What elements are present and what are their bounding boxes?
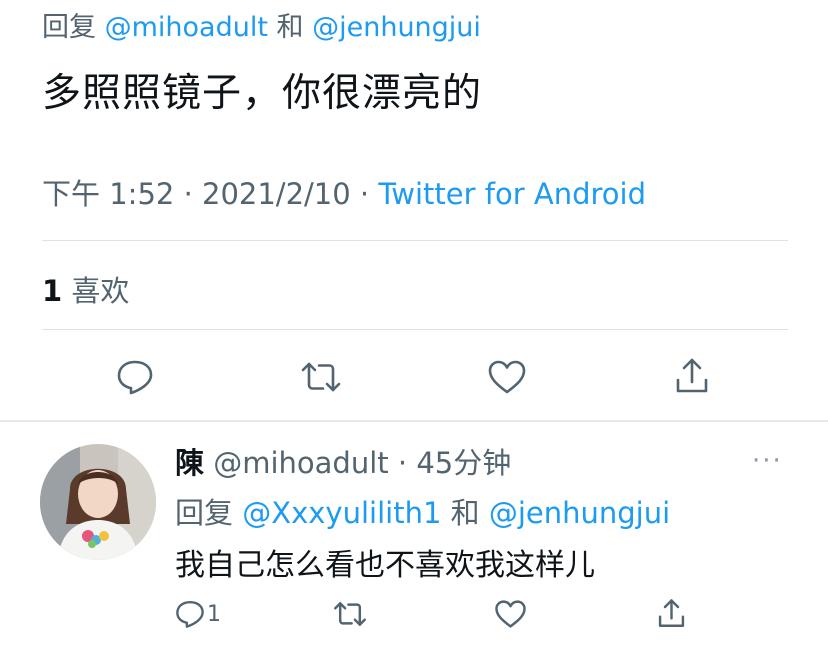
- display-name[interactable]: 陳: [175, 446, 204, 480]
- tweet-source-link[interactable]: Twitter for Android: [378, 177, 646, 211]
- retweet-icon: [301, 362, 341, 392]
- more-options-icon[interactable]: ···: [752, 446, 783, 476]
- tweet-meta: 下午 1:52 · 2021/2/10 · Twitter for Androi…: [42, 171, 646, 213]
- share-button[interactable]: [654, 596, 688, 630]
- avatar[interactable]: [40, 444, 156, 560]
- likes-summary[interactable]: 1 喜欢: [42, 268, 129, 310]
- reply-to-line: 回复 @Xxxyulilith1 和 @jenhungjui: [175, 490, 670, 532]
- user-handle[interactable]: @mihoadult: [213, 446, 388, 480]
- reply-icon: [117, 360, 153, 395]
- tweet-text: 多照照镜子，你很漂亮的: [42, 71, 483, 116]
- retweet-icon: [334, 602, 366, 626]
- likes-label: 喜欢: [71, 274, 130, 308]
- retweet-button[interactable]: [330, 598, 370, 630]
- reply-button[interactable]: [113, 357, 157, 397]
- reply-button[interactable]: 1: [175, 598, 231, 630]
- share-icon: [658, 598, 684, 627]
- reply-to-line: 回复 @mihoadult 和 @jenhungjui: [42, 5, 481, 44]
- mention-link[interactable]: @Xxxyulilith1: [242, 496, 441, 530]
- share-button[interactable]: [672, 355, 712, 397]
- reply-prefix: 回复: [175, 496, 234, 530]
- mention-link[interactable]: @jenhungjui: [489, 496, 670, 530]
- reply-icon: [176, 600, 204, 628]
- tweet-date: 2021/2/10: [202, 177, 351, 211]
- tweet-time: 下午 1:52: [42, 177, 175, 211]
- heart-icon: [488, 360, 526, 394]
- retweet-button[interactable]: [298, 357, 344, 397]
- divider: [42, 240, 788, 241]
- like-button[interactable]: [492, 598, 528, 630]
- avatar-photo: [40, 444, 156, 560]
- share-icon: [676, 358, 708, 393]
- meta-separator: ·: [359, 177, 370, 211]
- heart-icon: [494, 600, 526, 628]
- likes-count: 1: [42, 274, 63, 308]
- meta-separator: ·: [183, 177, 193, 211]
- conjunction: 和: [450, 496, 480, 530]
- like-button[interactable]: [486, 357, 528, 397]
- reply-header: 陳 @mihoadult · 45分钟: [175, 440, 511, 482]
- conjunction: 和: [276, 12, 304, 43]
- mention-link[interactable]: @mihoadult: [105, 12, 268, 43]
- reply-count: 1: [207, 601, 221, 627]
- divider: [42, 329, 788, 330]
- time-ago: 45分钟: [416, 446, 512, 480]
- reply-text: 我自己怎么看也不喜欢我这样儿: [175, 548, 595, 583]
- reply-prefix: 回复: [42, 12, 96, 43]
- section-divider: [0, 420, 828, 422]
- meta-separator: ·: [397, 446, 408, 480]
- mention-link[interactable]: @jenhungjui: [312, 12, 481, 43]
